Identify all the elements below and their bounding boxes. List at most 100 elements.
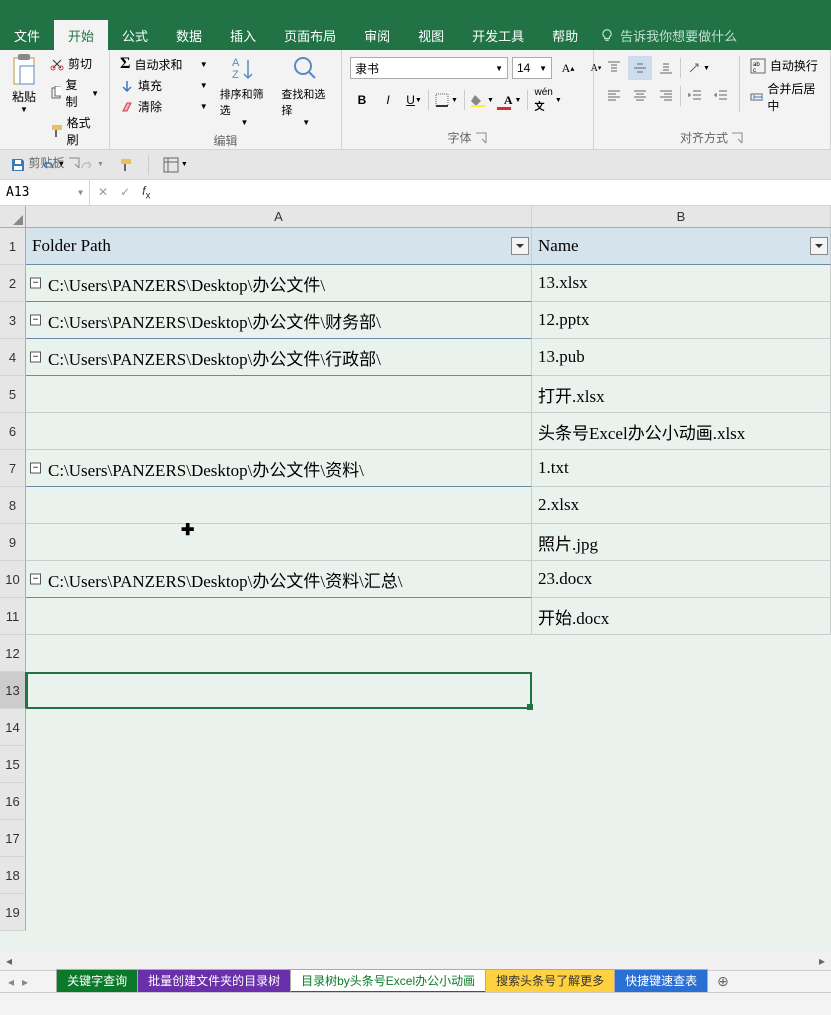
row-header[interactable]: 1	[0, 228, 26, 265]
row-header[interactable]: 12	[0, 635, 26, 672]
scroll-right-button[interactable]: ▸	[813, 952, 831, 970]
cell-empty[interactable]	[532, 783, 831, 820]
sheet-tab-4[interactable]: 搜索头条号了解更多	[485, 969, 615, 994]
row-header[interactable]: 13	[0, 672, 26, 709]
clear-button[interactable]: 清除▼	[116, 97, 212, 116]
sheet-nav-last[interactable]: ▸	[22, 975, 28, 989]
row-header[interactable]: 14	[0, 709, 26, 746]
fill-button[interactable]: 填充▼	[116, 76, 212, 95]
increase-indent-button[interactable]	[709, 84, 733, 108]
cell-empty[interactable]	[26, 820, 532, 857]
row-header[interactable]: 7	[0, 450, 26, 487]
cell-empty[interactable]	[26, 635, 532, 672]
wrap-text-button[interactable]: abc自动换行	[746, 56, 822, 75]
cell-folder-path[interactable]: −C:\Users\PANZERS\Desktop\办公文件\行政部\	[26, 339, 532, 376]
italic-button[interactable]: I	[376, 88, 400, 112]
row-header[interactable]: 5	[0, 376, 26, 413]
row-header[interactable]: 4	[0, 339, 26, 376]
cell-folder-path[interactable]	[26, 524, 532, 561]
row-header[interactable]: 18	[0, 857, 26, 894]
tab-file[interactable]: 文件	[0, 20, 54, 51]
header-folder-path[interactable]: Folder Path	[26, 228, 532, 265]
copy-button[interactable]: 复制▼	[46, 75, 103, 111]
tab-home[interactable]: 开始	[54, 20, 108, 51]
cell-name[interactable]: 2.xlsx	[532, 487, 831, 524]
outline-collapse-button[interactable]: −	[30, 278, 41, 289]
fx-button[interactable]: fx	[142, 184, 150, 201]
cell-name[interactable]: 照片.jpg	[532, 524, 831, 561]
cell-name[interactable]: 13.pub	[532, 339, 831, 376]
header-name[interactable]: Name	[532, 228, 831, 265]
cell-folder-path[interactable]: −C:\Users\PANZERS\Desktop\办公文件\资料\汇总\	[26, 561, 532, 598]
cell-empty[interactable]	[532, 894, 831, 931]
cell-empty[interactable]	[532, 746, 831, 783]
row-header[interactable]: 11	[0, 598, 26, 635]
cell-name[interactable]: 头条号Excel办公小动画.xlsx	[532, 413, 831, 450]
tab-formulas[interactable]: 公式	[108, 20, 162, 51]
sheet-tab-2[interactable]: 批量创建文件夹的目录树	[137, 969, 291, 994]
bold-button[interactable]: B	[350, 88, 374, 112]
cell-folder-path[interactable]	[26, 413, 532, 450]
underline-button[interactable]: U▼	[402, 88, 426, 112]
orientation-button[interactable]: ▼	[683, 56, 714, 80]
cut-button[interactable]: 剪切	[46, 54, 103, 73]
align-center-button[interactable]	[628, 84, 652, 108]
paste-button[interactable]: 粘贴 ▼	[4, 52, 44, 116]
cell-name[interactable]: 12.pptx	[532, 302, 831, 339]
save-button[interactable]	[6, 153, 30, 177]
row-header[interactable]: 9	[0, 524, 26, 561]
cell-name[interactable]: 开始.docx	[532, 598, 831, 635]
cell-empty[interactable]	[532, 672, 831, 709]
cell-folder-path[interactable]	[26, 487, 532, 524]
tab-help[interactable]: 帮助	[538, 20, 592, 51]
worksheet-grid[interactable]: A B 12345678910111213141516171819 Folder…	[0, 206, 831, 974]
decrease-indent-button[interactable]	[683, 84, 707, 108]
font-color-button[interactable]: A▼	[500, 88, 526, 112]
sheet-nav-first[interactable]: ◂	[8, 975, 14, 989]
tab-layout[interactable]: 页面布局	[270, 20, 350, 51]
cell-name[interactable]: 23.docx	[532, 561, 831, 598]
align-bottom-button[interactable]	[654, 56, 678, 80]
row-header[interactable]: 8	[0, 487, 26, 524]
row-header[interactable]: 2	[0, 265, 26, 302]
cell-folder-path[interactable]	[26, 598, 532, 635]
cell-name[interactable]: 13.xlsx	[532, 265, 831, 302]
cancel-formula-button[interactable]: ✕	[98, 185, 108, 199]
row-header[interactable]: 16	[0, 783, 26, 820]
sheet-tab-3[interactable]: 目录树by头条号Excel办公小动画	[290, 969, 486, 994]
scroll-left-button[interactable]: ◂	[0, 952, 18, 970]
cell-empty[interactable]	[26, 894, 532, 931]
format-painter-button[interactable]: 格式刷	[46, 113, 103, 149]
cell-empty[interactable]	[26, 672, 532, 709]
cell-folder-path[interactable]	[26, 376, 532, 413]
add-sheet-button[interactable]: ⊕	[707, 973, 739, 990]
align-middle-button[interactable]	[628, 56, 652, 80]
cell-name[interactable]: 1.txt	[532, 450, 831, 487]
tab-insert[interactable]: 插入	[216, 20, 270, 51]
align-left-button[interactable]	[602, 84, 626, 108]
row-header[interactable]: 6	[0, 413, 26, 450]
name-box[interactable]: A13▼	[0, 180, 90, 205]
outline-collapse-button[interactable]: −	[30, 574, 41, 585]
undo-button[interactable]: ▼	[36, 153, 69, 177]
select-all-corner[interactable]	[0, 206, 26, 227]
row-header[interactable]: 3	[0, 302, 26, 339]
tab-review[interactable]: 审阅	[350, 20, 404, 51]
outline-collapse-button[interactable]: −	[30, 463, 41, 474]
qat-outline-button[interactable]: ▼	[159, 153, 192, 177]
cell-empty[interactable]	[26, 857, 532, 894]
merge-center-button[interactable]: 合并后居中	[746, 79, 822, 115]
cell-empty[interactable]	[532, 709, 831, 746]
filter-button-a[interactable]	[511, 237, 529, 255]
cell-folder-path[interactable]: −C:\Users\PANZERS\Desktop\办公文件\资料\	[26, 450, 532, 487]
row-header[interactable]: 15	[0, 746, 26, 783]
tell-me[interactable]: 告诉我你想要做什么	[600, 26, 737, 45]
filter-button-b[interactable]	[810, 237, 828, 255]
formula-input[interactable]	[158, 180, 831, 205]
cell-name[interactable]: 打开.xlsx	[532, 376, 831, 413]
redo-button[interactable]: ▼	[75, 153, 108, 177]
horizontal-scrollbar[interactable]: ◂ ▸	[0, 952, 831, 970]
align-right-button[interactable]	[654, 84, 678, 108]
cell-empty[interactable]	[532, 857, 831, 894]
cell-empty[interactable]	[26, 709, 532, 746]
